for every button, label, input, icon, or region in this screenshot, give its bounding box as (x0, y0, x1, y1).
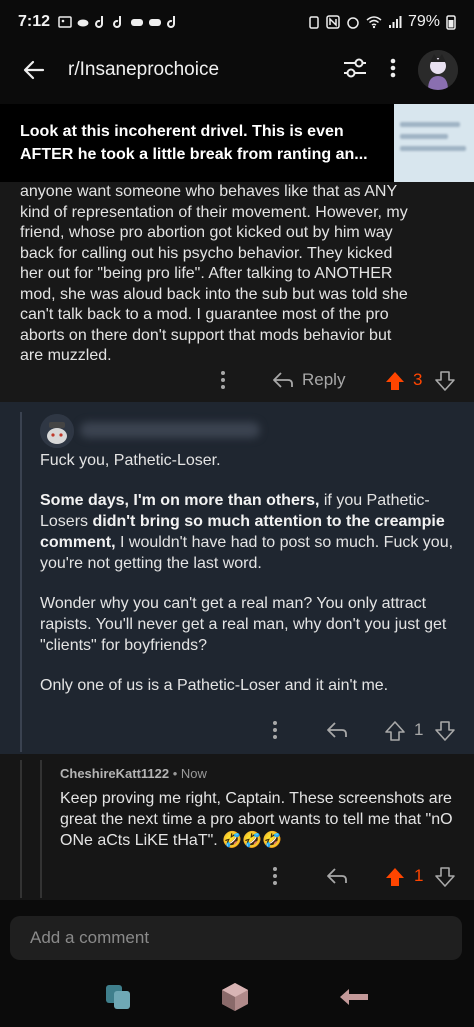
recent-apps-button[interactable] (103, 982, 133, 1017)
downvote-arrow-icon (435, 721, 455, 741)
commenter-avatar[interactable] (40, 414, 74, 448)
reply-icon (327, 722, 347, 738)
comment-body: anyone want someone who behaves like tha… (20, 183, 408, 364)
back-nav-button[interactable] (337, 986, 371, 1013)
downvote-button[interactable] (434, 866, 456, 888)
post-thumbnail[interactable] (394, 104, 474, 182)
comment-username[interactable]: CheshireKatt1122 (60, 766, 169, 781)
vote-count: 1 (414, 720, 424, 739)
gallery-icon (58, 16, 72, 28)
upvote-arrow-icon (386, 372, 404, 390)
nested-comment: CheshireKatt1122 • Now Keep proving me r… (0, 754, 474, 900)
more-vertical-icon (221, 371, 225, 389)
tiktok-icon (113, 16, 122, 28)
wifi-icon (366, 16, 382, 29)
game-icon (149, 19, 162, 26)
reply-button[interactable]: Reply (272, 370, 345, 390)
redacted-username (80, 422, 260, 438)
comment-paragraph: Only one of us is a Pathetic-Loser and i… (40, 677, 389, 694)
comment-paragraph: Wonder why you can't get a real man? You… (40, 595, 447, 654)
battery-saver-icon (309, 16, 319, 29)
status-bar: 7:12 79% (0, 0, 474, 44)
game-icon (131, 19, 144, 26)
reply-button[interactable] (326, 720, 348, 740)
comment-actions: Reply 3 (0, 364, 474, 400)
subreddit-title[interactable]: r/Insaneprochoice (68, 59, 219, 81)
comment: anyone want someone who behaves like tha… (0, 182, 474, 402)
status-right: 79% (308, 13, 456, 31)
post-title: Look at this incoherent drivel. This is … (20, 123, 368, 163)
back-arrow-icon (23, 60, 45, 80)
downvote-button[interactable] (434, 720, 456, 742)
tiktok-icon (167, 16, 176, 28)
upvote-button[interactable] (384, 370, 406, 392)
app-header: r/Insaneprochoice (0, 44, 474, 96)
battery-level: 79% (407, 13, 440, 30)
bottom-nav (0, 972, 474, 1027)
comment-more-button[interactable] (220, 370, 226, 390)
cloud-icon (77, 19, 89, 27)
more-options-button[interactable] (390, 57, 396, 84)
notification-icons (58, 15, 180, 29)
tiktok-icon (95, 16, 104, 28)
upvote-button[interactable] (384, 866, 406, 888)
back-arrow-icon (340, 989, 368, 1005)
nested-comment: Fuck you, Pathetic-Loser. Some days, I'm… (0, 402, 474, 754)
status-time: 7:12 (18, 13, 51, 30)
back-button[interactable] (16, 52, 52, 88)
comment-more-button[interactable] (272, 720, 278, 740)
more-vertical-icon (273, 721, 277, 739)
home-cube-icon (222, 983, 248, 1011)
downvote-button[interactable] (434, 370, 456, 392)
add-comment-input[interactable]: Add a comment (10, 916, 462, 960)
downvote-arrow-icon (435, 867, 455, 887)
comment-meta: CheshireKatt1122 • Now (60, 766, 207, 781)
comment-actions: 1 (0, 712, 474, 748)
signal-icon (388, 16, 402, 28)
more-vertical-icon (273, 867, 277, 885)
more-vertical-icon (390, 58, 396, 77)
home-button[interactable] (219, 981, 251, 1018)
comment-body: Keep proving me right, Captain. These sc… (60, 790, 453, 849)
bold-text: Some days, I'm on more than others, (40, 492, 320, 509)
upvote-arrow-icon (385, 721, 405, 741)
alarm-icon (347, 17, 359, 29)
upvote-button[interactable] (384, 720, 406, 742)
comment-actions: 1 (0, 858, 474, 894)
comment-paragraph: Fuck you, Pathetic-Loser. (40, 452, 221, 469)
post-title-banner[interactable]: Look at this incoherent drivel. This is … (0, 104, 474, 182)
battery-icon (446, 15, 456, 30)
comment-more-button[interactable] (272, 866, 278, 886)
snoo-avatar-icon (40, 414, 74, 448)
reply-icon (327, 868, 347, 884)
filter-icon (344, 58, 366, 77)
vote-count: 1 (414, 866, 424, 885)
upvote-arrow-icon (386, 868, 404, 886)
vote-count: 3 (413, 370, 423, 389)
comment-paragraph: Some days, I'm on more than others, if y… (40, 490, 460, 574)
downvote-arrow-icon (435, 371, 455, 391)
recent-apps-icon (106, 985, 130, 1009)
thread-line[interactable] (20, 412, 22, 752)
avatar-icon (418, 50, 458, 90)
reply-label: Reply (302, 370, 346, 389)
reply-button[interactable] (326, 866, 348, 886)
sort-filter-button[interactable] (342, 56, 368, 85)
nfc-icon (326, 15, 340, 29)
reply-icon (273, 372, 293, 388)
comment-body: Fuck you, Pathetic-Loser. Some days, I'm… (40, 450, 460, 715)
comment-time: • Now (172, 766, 207, 781)
user-avatar[interactable] (418, 50, 458, 90)
